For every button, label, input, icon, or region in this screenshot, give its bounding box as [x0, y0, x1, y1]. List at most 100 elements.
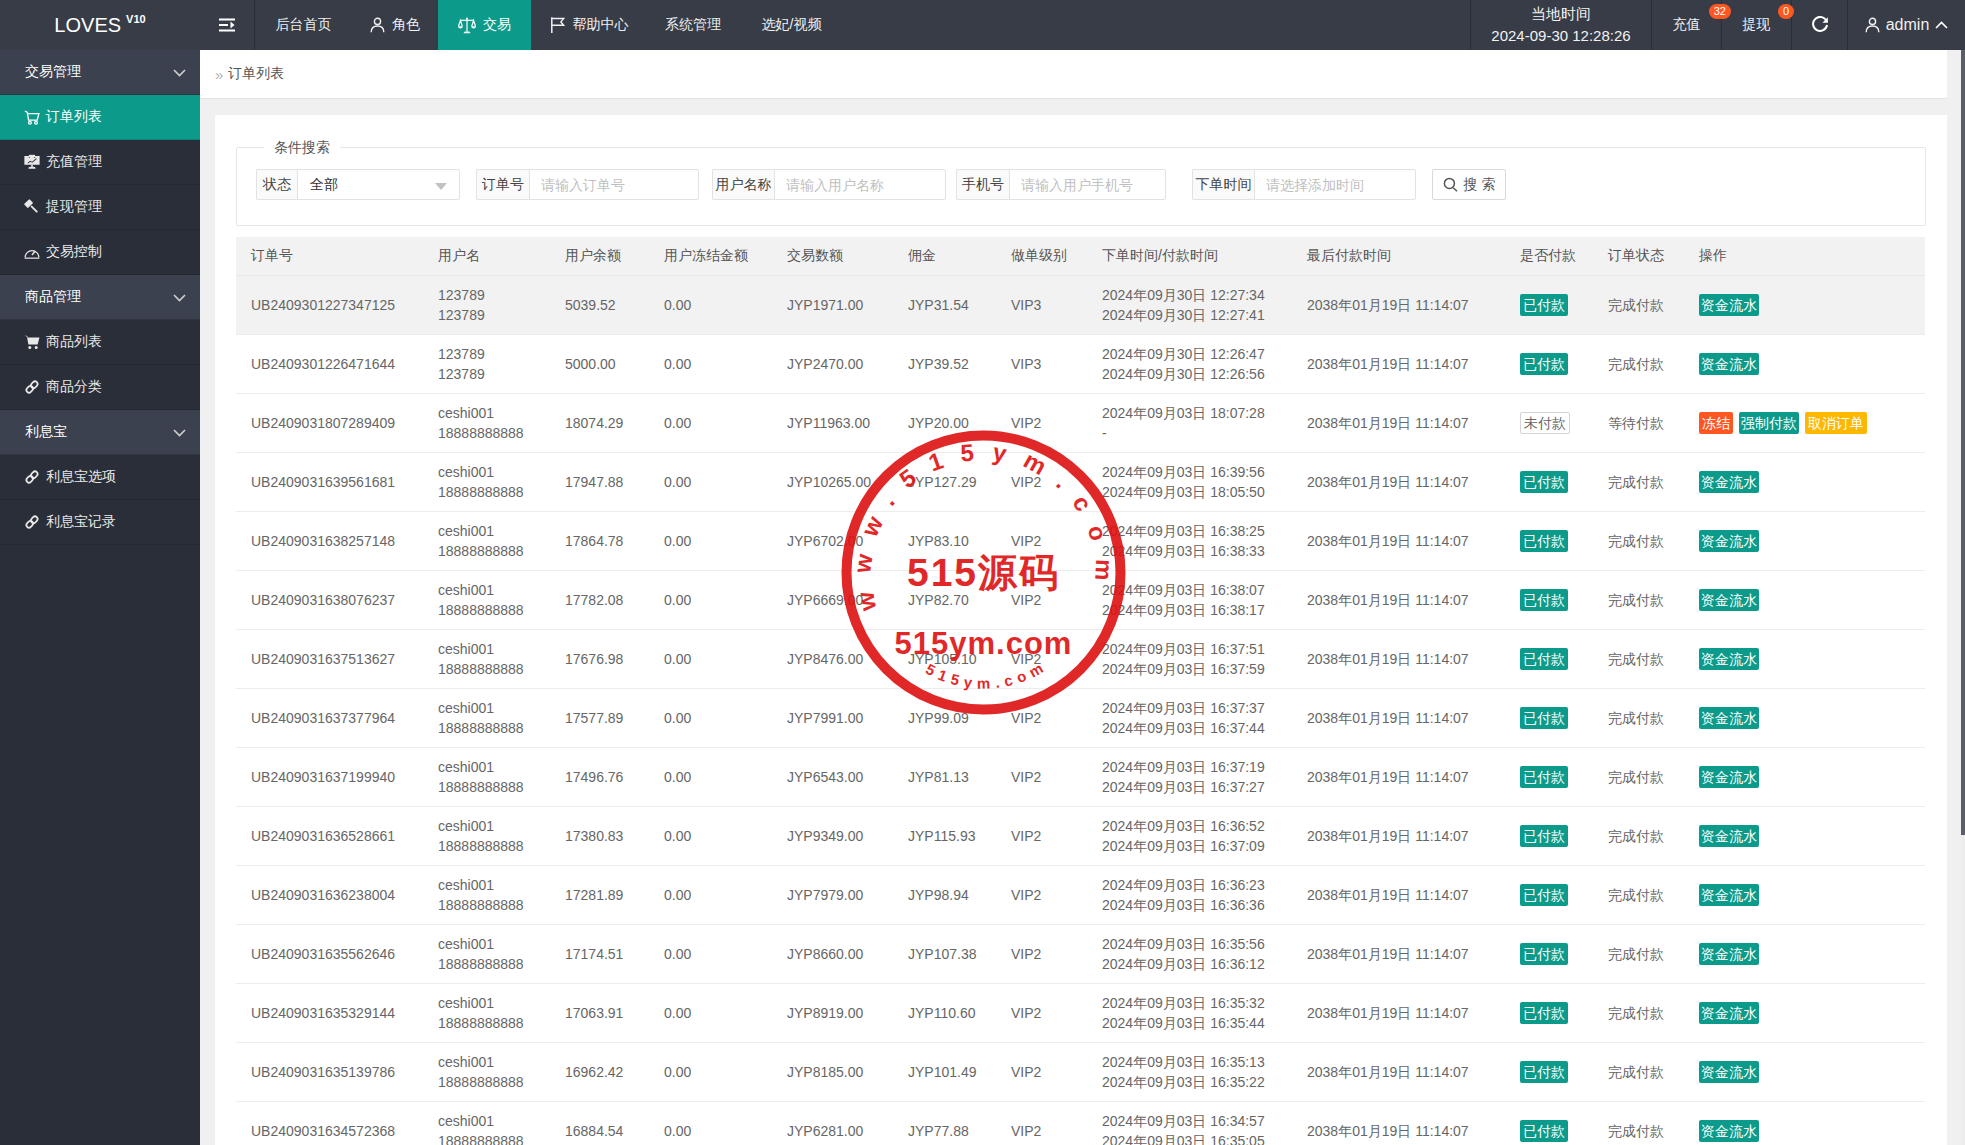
nav-item-video[interactable]: 选妃/视频	[739, 0, 844, 50]
nav-item-home[interactable]: 后台首页	[254, 0, 352, 50]
page-title: 订单列表	[228, 65, 284, 83]
cell-status: 完成付款	[1593, 511, 1684, 570]
app-title: LOVES	[54, 14, 121, 37]
fund-flow-button[interactable]: 资金流水	[1699, 825, 1759, 847]
force-pay-button[interactable]: 强制付款	[1739, 412, 1799, 434]
cell-commission: JYP115.93	[893, 806, 996, 865]
status-select[interactable]: 全部	[297, 169, 460, 200]
status-filter-label: 状态	[256, 169, 297, 200]
user-phone: 18888888888	[438, 423, 545, 443]
fund-flow-button[interactable]: 资金流水	[1699, 530, 1759, 552]
user-name-input[interactable]	[775, 177, 945, 193]
sidebar-group-0[interactable]: 交易管理	[0, 50, 200, 95]
order-time: 2024年09月03日 16:35:32	[1102, 993, 1287, 1013]
order-time-input[interactable]	[1255, 177, 1415, 193]
fund-flow-button[interactable]: 资金流水	[1699, 1061, 1759, 1083]
sidebar: 交易管理订单列表充值管理提现管理交易控制商品管理商品列表商品分类利息宝利息宝选项…	[0, 50, 200, 1145]
search-button-label: 搜 索	[1464, 176, 1496, 194]
pay-time: 2024年09月03日 16:37:27	[1102, 777, 1287, 797]
cell-actions: 资金流水	[1684, 688, 1925, 747]
fund-flow-button[interactable]: 资金流水	[1699, 648, 1759, 670]
sidebar-group-1[interactable]: 商品管理	[0, 275, 200, 320]
fund-flow-button[interactable]: 资金流水	[1699, 471, 1759, 493]
paid-badge: 已付款	[1520, 471, 1568, 493]
nav-item-withdraw[interactable]: 提现 0	[1721, 0, 1791, 50]
nav-menu: 后台首页 角色	[200, 0, 844, 50]
cell-times: 2024年09月03日 16:35:132024年09月03日 16:35:22	[1087, 1042, 1292, 1101]
refresh-icon	[1811, 16, 1829, 34]
cell-commission: JYP83.10	[893, 511, 996, 570]
cell-balance: 5039.52	[550, 275, 649, 334]
cell-paid: 已付款	[1505, 806, 1593, 865]
cell-status: 完成付款	[1593, 334, 1684, 393]
user-name: ceshi001	[438, 1111, 545, 1131]
cell-user: ceshi00118888888888	[423, 511, 550, 570]
cell-amount: JYP6702.00	[772, 511, 893, 570]
cell-status: 完成付款	[1593, 1101, 1684, 1145]
sidebar-item-1-0[interactable]: 商品列表	[0, 320, 200, 365]
cell-user: ceshi00118888888888	[423, 924, 550, 983]
sidebar-item-2-1[interactable]: 利息宝记录	[0, 500, 200, 545]
nav-item-roles[interactable]: 角色	[352, 0, 438, 50]
fund-flow-button[interactable]: 资金流水	[1699, 884, 1759, 906]
sidebar-item-0-0[interactable]: 订单列表	[0, 95, 200, 140]
cell-level: VIP2	[996, 806, 1087, 865]
fund-flow-button[interactable]: 资金流水	[1699, 589, 1759, 611]
user-menu[interactable]: admin	[1847, 0, 1965, 50]
fund-flow-button[interactable]: 资金流水	[1699, 294, 1759, 316]
fund-flow-button[interactable]: 资金流水	[1699, 353, 1759, 375]
cart-solid-icon	[24, 335, 40, 350]
phone-input[interactable]	[1010, 177, 1165, 193]
user-name-filter: 用户名称	[712, 169, 946, 200]
pay-time: 2024年09月03日 16:37:09	[1102, 836, 1287, 856]
sidebar-item-0-2[interactable]: 提现管理	[0, 185, 200, 230]
nav-item-help[interactable]: 帮助中心	[531, 0, 647, 50]
cell-balance: 17496.76	[550, 747, 649, 806]
fund-flow-button[interactable]: 资金流水	[1699, 1002, 1759, 1024]
sidebar-item-label: 交易控制	[46, 243, 102, 261]
cell-times: 2024年09月03日 16:37:192024年09月03日 16:37:27	[1087, 747, 1292, 806]
sidebar-item-1-1[interactable]: 商品分类	[0, 365, 200, 410]
withdraw-label: 提现	[1743, 16, 1771, 34]
cell-last-time: 2038年01月19日 11:14:07	[1292, 1101, 1505, 1145]
cancel-order-button[interactable]: 取消订单	[1805, 412, 1867, 434]
freeze-button[interactable]: 冻结	[1699, 412, 1733, 434]
user-phone: 18888888888	[438, 1131, 545, 1145]
user-name: 123789	[438, 344, 545, 364]
col-header-5: 佣金	[893, 237, 996, 275]
scrollbar-thumb[interactable]	[1961, 50, 1965, 835]
sidebar-group-2[interactable]: 利息宝	[0, 410, 200, 455]
table-row-13: UB2409031635139786ceshi00118888888888169…	[236, 1042, 1925, 1101]
cell-user: ceshi00118888888888	[423, 983, 550, 1042]
local-time-label: 当地时间	[1471, 3, 1651, 25]
refresh-button[interactable]	[1791, 0, 1847, 50]
fund-flow-button[interactable]: 资金流水	[1699, 943, 1759, 965]
sidebar-item-0-3[interactable]: 交易控制	[0, 230, 200, 275]
fund-flow-button[interactable]: 资金流水	[1699, 766, 1759, 788]
nav-item-system[interactable]: 系统管理	[647, 0, 739, 50]
cell-user: 123789123789	[423, 334, 550, 393]
link-icon	[24, 379, 40, 395]
order-no-filter-label: 订单号	[476, 169, 529, 200]
sidebar-collapse-button[interactable]	[200, 0, 254, 50]
nav-item-label: 系统管理	[665, 16, 721, 34]
cell-actions: 资金流水	[1684, 806, 1925, 865]
fund-flow-button[interactable]: 资金流水	[1699, 707, 1759, 729]
nav-item-trade[interactable]: 交易	[438, 0, 531, 50]
sidebar-item-0-1[interactable]: 充值管理	[0, 140, 200, 185]
cell-level: VIP2	[996, 511, 1087, 570]
nav-item-recharge[interactable]: 充值 32	[1651, 0, 1721, 50]
cell-user: 123789123789	[423, 275, 550, 334]
sidebar-item-2-0[interactable]: 利息宝选项	[0, 455, 200, 500]
cell-level: VIP3	[996, 334, 1087, 393]
fund-flow-button[interactable]: 资金流水	[1699, 1120, 1759, 1142]
order-time: 2024年09月03日 16:37:51	[1102, 639, 1287, 659]
order-time: 2024年09月03日 16:38:25	[1102, 521, 1287, 541]
order-no-input[interactable]	[530, 177, 698, 193]
sidebar-item-label: 商品列表	[46, 333, 102, 351]
cell-level: VIP2	[996, 570, 1087, 629]
table-body: UB24093012273471251237891237895039.520.0…	[236, 275, 1925, 1145]
sidebar-item-label: 订单列表	[46, 108, 102, 126]
cell-amount: JYP8660.00	[772, 924, 893, 983]
search-button[interactable]: 搜 索	[1432, 169, 1506, 200]
